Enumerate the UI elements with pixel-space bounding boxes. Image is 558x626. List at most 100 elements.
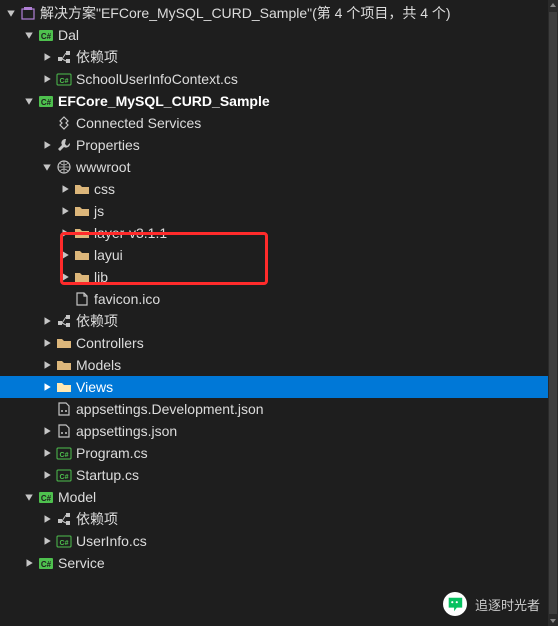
project-label: Service [58, 552, 105, 574]
appsettings-node[interactable]: appsettings.json [0, 420, 558, 442]
node-label: 依赖项 [76, 508, 118, 530]
scroll-up-icon[interactable] [548, 0, 558, 10]
plug-icon [56, 115, 72, 131]
userinfo-cs-node[interactable]: UserInfo.cs [0, 530, 558, 552]
collapse-arrow-icon[interactable] [58, 182, 72, 196]
dependencies-node[interactable]: 依赖项 [0, 46, 558, 68]
csproj-icon [38, 27, 54, 43]
collapse-arrow-icon[interactable] [40, 72, 54, 86]
scroll-thumb[interactable] [549, 12, 557, 614]
node-label: Properties [76, 134, 140, 156]
collapse-arrow-icon[interactable] [40, 358, 54, 372]
connected-services-node[interactable]: Connected Services [0, 112, 558, 134]
node-label: 依赖项 [76, 310, 118, 332]
dependencies-node[interactable]: 依赖项 [0, 310, 558, 332]
expand-arrow-icon[interactable] [22, 490, 36, 504]
wechat-icon [443, 592, 467, 616]
node-label: 依赖项 [76, 46, 118, 68]
node-label: appsettings.Development.json [76, 398, 264, 420]
folder-icon [74, 247, 90, 263]
collapse-arrow-icon[interactable] [40, 534, 54, 548]
node-label: Controllers [76, 332, 144, 354]
folder-layui[interactable]: layui [0, 244, 558, 266]
node-label: Models [76, 354, 121, 376]
folder-icon [56, 357, 72, 373]
dependencies-icon [56, 511, 72, 527]
expand-arrow-icon[interactable] [22, 94, 36, 108]
folder-icon [56, 379, 72, 395]
collapse-arrow-icon[interactable] [58, 204, 72, 218]
folder-js[interactable]: js [0, 200, 558, 222]
node-label: Program.cs [76, 442, 148, 464]
project-model[interactable]: Model [0, 486, 558, 508]
node-label: css [94, 178, 115, 200]
program-cs-node[interactable]: Program.cs [0, 442, 558, 464]
expand-arrow-icon[interactable] [40, 160, 54, 174]
project-service[interactable]: Service [0, 552, 558, 574]
favicon-node[interactable]: favicon.ico [0, 288, 558, 310]
project-sample[interactable]: EFCore_MySQL_CURD_Sample [0, 90, 558, 112]
node-label: layer-v3.1.1 [94, 222, 167, 244]
globe-icon [56, 159, 72, 175]
node-label: wwwroot [76, 156, 130, 178]
folder-models[interactable]: Models [0, 354, 558, 376]
json-icon [56, 423, 72, 439]
csproj-icon [38, 93, 54, 109]
csproj-icon [38, 489, 54, 505]
collapse-arrow-icon[interactable] [40, 138, 54, 152]
dependencies-node[interactable]: 依赖项 [0, 508, 558, 530]
project-dal[interactable]: Dal [0, 24, 558, 46]
cs-file-icon [56, 71, 72, 87]
collapse-arrow-icon[interactable] [58, 270, 72, 284]
collapse-arrow-icon[interactable] [58, 248, 72, 262]
file-icon [74, 291, 90, 307]
folder-icon [56, 335, 72, 351]
project-label: Dal [58, 24, 79, 46]
expand-arrow-icon[interactable] [4, 6, 18, 20]
scroll-down-icon[interactable] [548, 616, 558, 626]
expand-arrow-icon[interactable] [22, 28, 36, 42]
node-label: layui [94, 244, 123, 266]
collapse-arrow-icon[interactable] [40, 512, 54, 526]
collapse-arrow-icon[interactable] [40, 446, 54, 460]
node-label: js [94, 200, 104, 222]
folder-layer[interactable]: layer-v3.1.1 [0, 222, 558, 244]
collapse-arrow-icon[interactable] [40, 380, 54, 394]
collapse-arrow-icon[interactable] [40, 424, 54, 438]
node-label: SchoolUserInfoContext.cs [76, 68, 238, 90]
node-label: lib [94, 266, 108, 288]
csproj-icon [38, 555, 54, 571]
folder-icon [74, 203, 90, 219]
appsettings-dev-node[interactable]: appsettings.Development.json [0, 398, 558, 420]
cs-file-node[interactable]: SchoolUserInfoContext.cs [0, 68, 558, 90]
collapse-arrow-icon[interactable] [40, 468, 54, 482]
solution-node[interactable]: 解决方案"EFCore_MySQL_CURD_Sample"(第 4 个项目，共… [0, 2, 558, 24]
dependencies-icon [56, 49, 72, 65]
dependencies-icon [56, 313, 72, 329]
json-icon [56, 401, 72, 417]
watermark-text: 追逐时光者 [475, 595, 540, 614]
node-label: Startup.cs [76, 464, 139, 486]
wrench-icon [56, 137, 72, 153]
startup-cs-node[interactable]: Startup.cs [0, 464, 558, 486]
collapse-arrow-icon[interactable] [40, 336, 54, 350]
folder-css[interactable]: css [0, 178, 558, 200]
node-label: favicon.ico [94, 288, 160, 310]
watermark: 追逐时光者 [443, 592, 540, 616]
collapse-arrow-icon[interactable] [22, 556, 36, 570]
properties-node[interactable]: Properties [0, 134, 558, 156]
wwwroot-node[interactable]: wwwroot [0, 156, 558, 178]
solution-icon [20, 5, 36, 21]
collapse-arrow-icon[interactable] [40, 314, 54, 328]
node-label: appsettings.json [76, 420, 177, 442]
folder-icon [74, 225, 90, 241]
collapse-arrow-icon[interactable] [58, 226, 72, 240]
folder-views[interactable]: Views [0, 376, 558, 398]
project-label: Model [58, 486, 96, 508]
cs-file-icon [56, 467, 72, 483]
vertical-scrollbar[interactable] [548, 0, 558, 626]
node-label: Connected Services [76, 112, 201, 134]
folder-lib[interactable]: lib [0, 266, 558, 288]
folder-controllers[interactable]: Controllers [0, 332, 558, 354]
collapse-arrow-icon[interactable] [40, 50, 54, 64]
